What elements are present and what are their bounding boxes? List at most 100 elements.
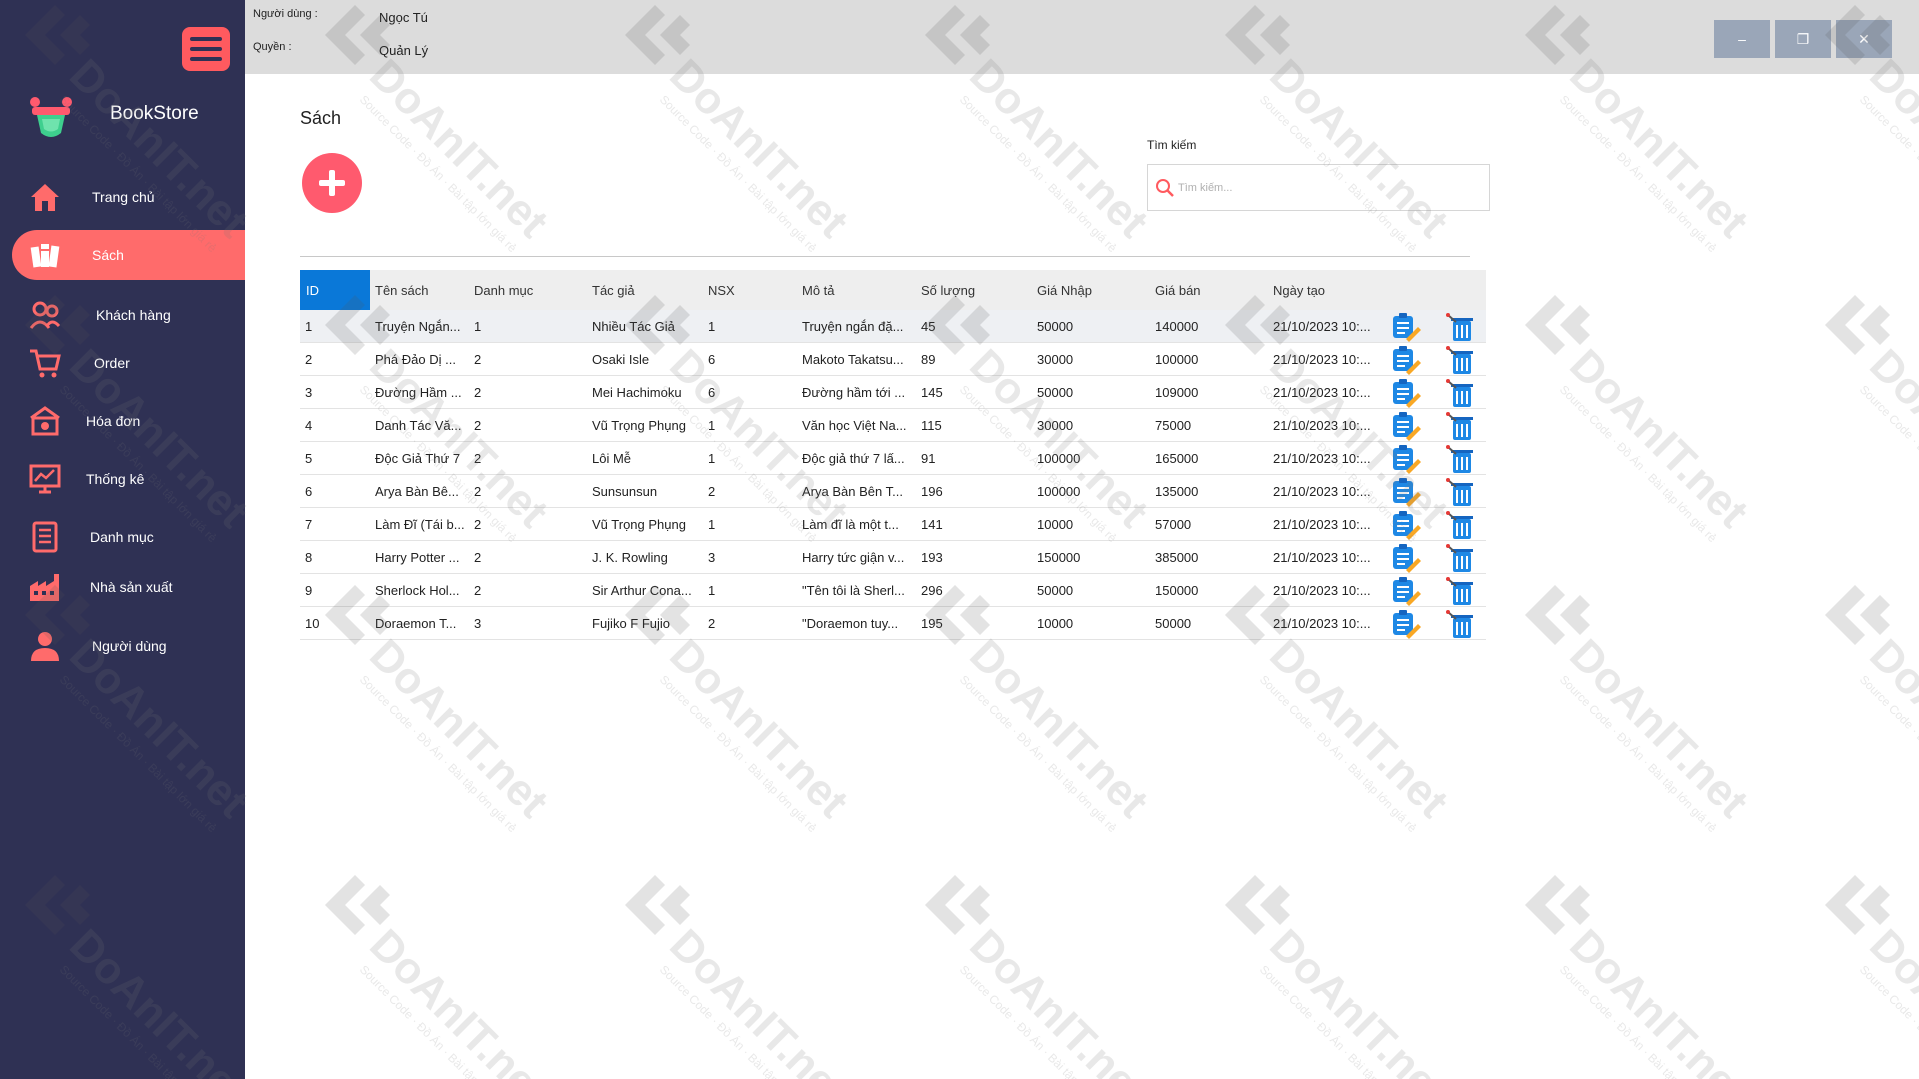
watermark-sub: Source Code · Đồ Án · Bài tập lớn giá rẻ [956,672,1120,836]
sidebar-item-label: Người dùng [92,638,167,654]
edit-icon[interactable] [1390,378,1422,408]
delete-icon[interactable] [1445,411,1477,441]
column-header-description[interactable]: Mô tả [802,270,835,310]
column-header-author[interactable]: Tác giả [592,270,635,310]
edit-icon[interactable] [1390,510,1422,540]
delete-icon[interactable] [1445,444,1477,474]
cell-import-price: 10000 [1037,616,1074,631]
table-row[interactable]: 8 Harry Potter ... 2 J. K. Rowling 3 Harry tứ… [300,541,1486,574]
delete-icon[interactable] [1445,609,1477,639]
cell-title: Đường Hầm ... [375,385,462,400]
delete-icon[interactable] [1445,378,1477,408]
books-table: ID Tên sách Danh mục Tác giả NSX Mô tả Số lượn… [300,270,1486,640]
cell-import-price: 30000 [1037,418,1074,433]
delete-icon[interactable] [1445,345,1477,375]
sidebar-item-order[interactable]: Order [12,338,245,388]
cell-description: Độc giả thứ 7 lấ... [802,451,905,466]
edit-icon[interactable] [1390,543,1422,573]
sidebar-item-invoice[interactable]: Hóa đơn [12,396,245,446]
sidebar-item-books[interactable]: Sách [12,230,245,280]
chart-icon [29,464,61,494]
cell-sale-price: 135000 [1155,484,1199,499]
watermark-text: DoAnIT.netSource Code · Đồ Án · Bài tập … [950,630,1158,838]
search-input[interactable] [1178,177,1478,199]
table-row[interactable]: 3 Đường Hầm ... 2 Mei Hachimoku 6 Đường hầm t… [300,376,1486,409]
watermark-main: DoAnIT.net [960,920,1158,1079]
column-header-created-date[interactable]: Ngày tạo [1273,270,1325,310]
cell-manufacturer: 6 [708,352,716,367]
sidebar-item-manufacturers[interactable]: Nhà sản xuất [12,562,245,612]
watermark-text: DoAnIT.netSource Code · Đồ Án · Bài tập … [1850,340,1919,548]
cell-manufacturer: 6 [708,385,716,400]
cell-created-date: 21/10/2023 10:... [1273,451,1371,466]
delete-icon[interactable] [1445,312,1477,342]
edit-icon[interactable] [1390,609,1422,639]
column-header-id[interactable]: ID [300,270,370,310]
watermark-text: DoAnIT.netSource Code · Đồ Án · Bài tập … [1250,920,1458,1079]
cell-sale-price: 165000 [1155,451,1199,466]
column-header-manufacturer[interactable]: NSX [708,270,735,310]
sidebar-item-categories[interactable]: Danh mục [12,512,245,562]
cell-id: 9 [305,583,313,598]
edit-icon[interactable] [1390,576,1422,606]
cell-id: 2 [305,352,313,367]
cell-quantity: 145 [921,385,943,400]
column-header-category[interactable]: Danh mục [474,270,533,310]
cell-author: J. K. Rowling [592,550,668,565]
cell-author: Lôi Mễ [592,451,632,466]
delete-icon[interactable] [1445,510,1477,540]
hamburger-menu-button[interactable] [182,27,230,71]
cell-category: 2 [474,484,482,499]
cell-author: Vũ Trọng Phụng [592,418,686,433]
table-row[interactable]: 5 Độc Giả Thứ 7 2 Lôi Mễ 1 Độc giả thứ 7 lấ..… [300,442,1486,475]
restore-button[interactable]: ❐ [1775,20,1831,58]
table-row[interactable]: 7 Làm Đĩ (Tái b... 2 Vũ Trọng Phụng 1 Làm đĩ … [300,508,1486,541]
edit-icon[interactable] [1390,312,1422,342]
app-name: BookStore [110,103,199,124]
watermark-sub: Source Code · Đồ Án · Bài tập lớn giá rẻ [1856,962,1919,1079]
cell-category: 2 [474,418,482,433]
watermark-text: DoAnIT.netSource Code · Đồ Án · Bài tập … [1550,340,1758,548]
watermark-text: DoAnIT.netSource Code · Đồ Án · Bài tập … [650,920,858,1079]
minimize-button[interactable]: – [1714,20,1770,58]
watermark-main: DoAnIT.net [1260,630,1458,828]
invoice-icon [30,406,60,436]
cell-author: Sunsunsun [592,484,658,499]
cell-sale-price: 57000 [1155,517,1192,532]
cell-author: Mei Hachimoku [592,385,682,400]
table-row[interactable]: 2 Phá Đảo Dị ... 2 Osaki Isle 6 Makoto Takats… [300,343,1486,376]
delete-icon[interactable] [1445,477,1477,507]
column-header-quantity[interactable]: Số lượng [921,270,975,310]
column-header-sale-price[interactable]: Giá bán [1155,270,1201,310]
edit-icon[interactable] [1390,345,1422,375]
table-row[interactable]: 1 Truyện Ngắn... 1 Nhiều Tác Giả 1 Truyện ngắ… [300,310,1486,343]
column-header-title[interactable]: Tên sách [375,270,428,310]
cell-sale-price: 109000 [1155,385,1199,400]
table-header: ID Tên sách Danh mục Tác giả NSX Mô tả Số lượn… [300,270,1486,310]
cell-id: 4 [305,418,313,433]
delete-icon[interactable] [1445,543,1477,573]
sidebar-item-customers[interactable]: Khách hàng [12,290,245,340]
cell-quantity: 193 [921,550,943,565]
sidebar-item-home[interactable]: Trang chủ [12,172,245,222]
cell-manufacturer: 1 [708,517,716,532]
home-icon [31,184,59,211]
edit-icon[interactable] [1390,444,1422,474]
column-header-import-price[interactable]: Giá Nhập [1037,270,1092,310]
delete-icon[interactable] [1445,576,1477,606]
table-row[interactable]: 10 Doraemon T... 3 Fujiko F Fujio 2 "Doraemon… [300,607,1486,640]
add-book-button[interactable] [302,153,362,213]
table-row[interactable]: 4 Danh Tác Vă... 2 Vũ Trọng Phụng 1 Văn học V… [300,409,1486,442]
sidebar-item-statistics[interactable]: Thống kê [12,454,245,504]
edit-icon[interactable] [1390,411,1422,441]
table-row[interactable]: 9 Sherlock Hol... 2 Sir Arthur Cona... 1 "Tên… [300,574,1486,607]
cell-sale-price: 100000 [1155,352,1199,367]
cell-id: 3 [305,385,313,400]
sidebar-item-users[interactable]: Người dùng [12,621,245,671]
edit-icon[interactable] [1390,477,1422,507]
watermark-text: DoAnIT.netSource Code · Đồ Án · Bài tập … [1550,920,1758,1079]
close-button[interactable]: ✕ [1836,20,1892,58]
sidebar: BookStore Trang chủ Sách Khách hàng Orde… [0,0,245,1079]
watermark-logo-icon [1520,580,1600,655]
table-row[interactable]: 6 Arya Bàn Bê... 2 Sunsunsun 2 Arya Bàn Bên T… [300,475,1486,508]
